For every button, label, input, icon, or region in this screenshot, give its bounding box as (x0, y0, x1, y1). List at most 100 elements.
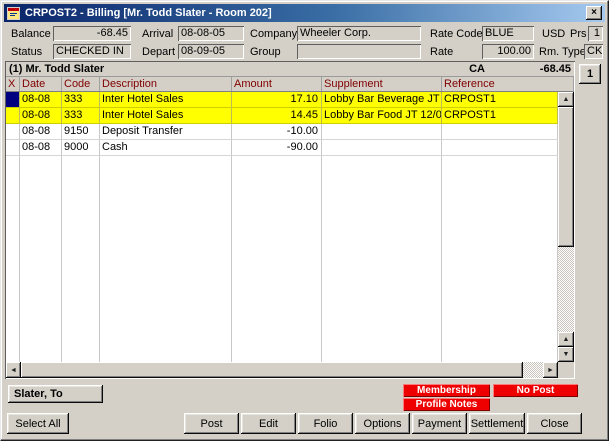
table-row[interactable]: 08-08 333 Inter Hotel Sales 17.10 Lobby … (6, 92, 558, 108)
folio-grid-panel: (1) Mr. Todd Slater CA -68.45 X Date Cod… (5, 61, 575, 379)
folio-tab-1-button[interactable]: 1 (579, 64, 601, 84)
rate-code-label: Rate Code (430, 28, 483, 40)
row-select-cell[interactable] (6, 124, 20, 140)
company-field: Wheeler Corp. (297, 26, 421, 41)
cell-code[interactable]: 333 (62, 108, 100, 124)
guest-header-bar: (1) Mr. Todd Slater CA -68.45 (6, 62, 574, 77)
close-button[interactable]: Close (527, 413, 582, 434)
scroll-up-icon[interactable]: ▲ (558, 332, 574, 347)
scroll-down-icon[interactable]: ▼ (558, 347, 574, 362)
row-select-cell[interactable] (6, 140, 20, 156)
close-icon[interactable]: × (586, 6, 602, 20)
edit-button[interactable]: Edit (241, 413, 296, 434)
cell-code[interactable]: 9150 (62, 124, 100, 140)
scroll-up-icon[interactable]: ▲ (558, 92, 574, 107)
rate-field: 100.00 (482, 44, 534, 59)
cell-description[interactable]: Cash (100, 140, 232, 156)
column-header-amount: Amount (232, 77, 322, 91)
vertical-scrollbar-track[interactable] (558, 247, 574, 332)
membership-button[interactable]: Membership (403, 384, 490, 397)
payment-button[interactable]: Payment (412, 413, 467, 434)
title-bar: CRPOST2 - Billing [Mr. Todd Slater - Roo… (4, 4, 605, 22)
no-post-button[interactable]: No Post (493, 384, 578, 397)
grid-filler-column (20, 156, 62, 362)
grid-filler-column (322, 156, 442, 362)
guest-header: (1) Mr. Todd Slater (9, 63, 104, 75)
cell-amount[interactable]: -90.00 (232, 140, 322, 156)
status-field: CHECKED IN (53, 44, 131, 59)
balance-field: -68.45 (53, 26, 131, 41)
currency-label: USD (542, 28, 565, 40)
column-header-supplement: Supplement (322, 77, 442, 91)
post-button[interactable]: Post (184, 413, 239, 434)
grid-filler-column (442, 156, 558, 362)
rate-code-field: BLUE (482, 26, 534, 41)
cell-description[interactable]: Deposit Transfer (100, 124, 232, 140)
cell-date[interactable]: 08-08 (20, 108, 62, 124)
cell-code[interactable]: 333 (62, 92, 100, 108)
cell-reference[interactable]: CRPOST1 (442, 92, 558, 108)
scroll-left-icon[interactable]: ◄ (6, 362, 21, 378)
charges-table: 08-08 333 Inter Hotel Sales 17.10 Lobby … (6, 92, 558, 362)
guest-name-button[interactable]: Slater, To (8, 385, 103, 403)
column-header-row: X Date Code Description Amount Supplemen… (6, 77, 574, 92)
table-row[interactable]: 08-08 9150 Deposit Transfer -10.00 (6, 124, 558, 140)
horizontal-scrollbar-thumb[interactable] (21, 362, 523, 378)
cell-supplement[interactable] (322, 124, 442, 140)
cell-date[interactable]: 08-08 (20, 124, 62, 140)
scrollbar-corner (558, 362, 574, 378)
column-header-description: Description (100, 77, 232, 91)
prs-field: 1 (588, 26, 603, 41)
profile-notes-button[interactable]: Profile Notes (403, 398, 490, 411)
cell-description[interactable]: Inter Hotel Sales (100, 92, 232, 108)
grid-filler-column (62, 156, 100, 362)
cell-description[interactable]: Inter Hotel Sales (100, 108, 232, 124)
group-field (297, 44, 421, 59)
company-label: Company (250, 28, 297, 40)
scroll-right-icon[interactable]: ► (543, 362, 558, 378)
grid-filler-column (100, 156, 232, 362)
vertical-scrollbar[interactable]: ▲ ▲ ▼ (558, 92, 574, 362)
column-header-reference: Reference (442, 77, 574, 91)
cell-supplement[interactable]: Lobby Bar Food JT 12/08/08 (322, 108, 442, 124)
cell-reference[interactable] (442, 140, 558, 156)
rate-label: Rate (430, 46, 453, 58)
column-header-date: Date (20, 77, 62, 91)
grid-filler-column (232, 156, 322, 362)
status-label: Status (11, 46, 42, 58)
cell-date[interactable]: 08-08 (20, 92, 62, 108)
prs-label: Prs (570, 28, 587, 40)
column-header-code: Code (62, 77, 100, 91)
cell-supplement[interactable] (322, 140, 442, 156)
cell-amount[interactable]: 14.45 (232, 108, 322, 124)
cell-supplement[interactable]: Lobby Bar Beverage JT 12/08/08 (322, 92, 442, 108)
rm-type-label: Rm. Type (539, 46, 586, 58)
cell-reference[interactable]: CRPOST1 (442, 108, 558, 124)
depart-field: 08-09-05 (178, 44, 244, 59)
options-button[interactable]: Options (355, 413, 410, 434)
balance-label: Balance (11, 28, 51, 40)
row-select-cell[interactable] (6, 108, 20, 124)
grid-empty-area (6, 156, 558, 362)
cell-code[interactable]: 9000 (62, 140, 100, 156)
select-all-button[interactable]: Select All (7, 413, 69, 434)
horizontal-scrollbar[interactable]: ◄ ► (6, 362, 574, 378)
settlement-button[interactable]: Settlement (469, 413, 525, 434)
horizontal-scrollbar-track[interactable] (523, 362, 543, 378)
cell-date[interactable]: 08-08 (20, 140, 62, 156)
grid-filler-column (6, 156, 20, 362)
folio-button[interactable]: Folio (298, 413, 353, 434)
cell-amount[interactable]: 17.10 (232, 92, 322, 108)
payment-type: CA (469, 63, 485, 75)
billing-window: CRPOST2 - Billing [Mr. Todd Slater - Roo… (0, 0, 609, 441)
cell-amount[interactable]: -10.00 (232, 124, 322, 140)
folio-balance: -68.45 (485, 63, 571, 75)
vertical-scrollbar-thumb[interactable] (558, 107, 574, 247)
arrival-field: 08-08-05 (178, 26, 244, 41)
table-row[interactable]: 08-08 9000 Cash -90.00 (6, 140, 558, 156)
table-row[interactable]: 08-08 333 Inter Hotel Sales 14.45 Lobby … (6, 108, 558, 124)
column-header-x: X (6, 77, 20, 91)
row-cursor-cell[interactable] (6, 92, 20, 108)
arrival-label: Arrival (142, 28, 173, 40)
cell-reference[interactable] (442, 124, 558, 140)
